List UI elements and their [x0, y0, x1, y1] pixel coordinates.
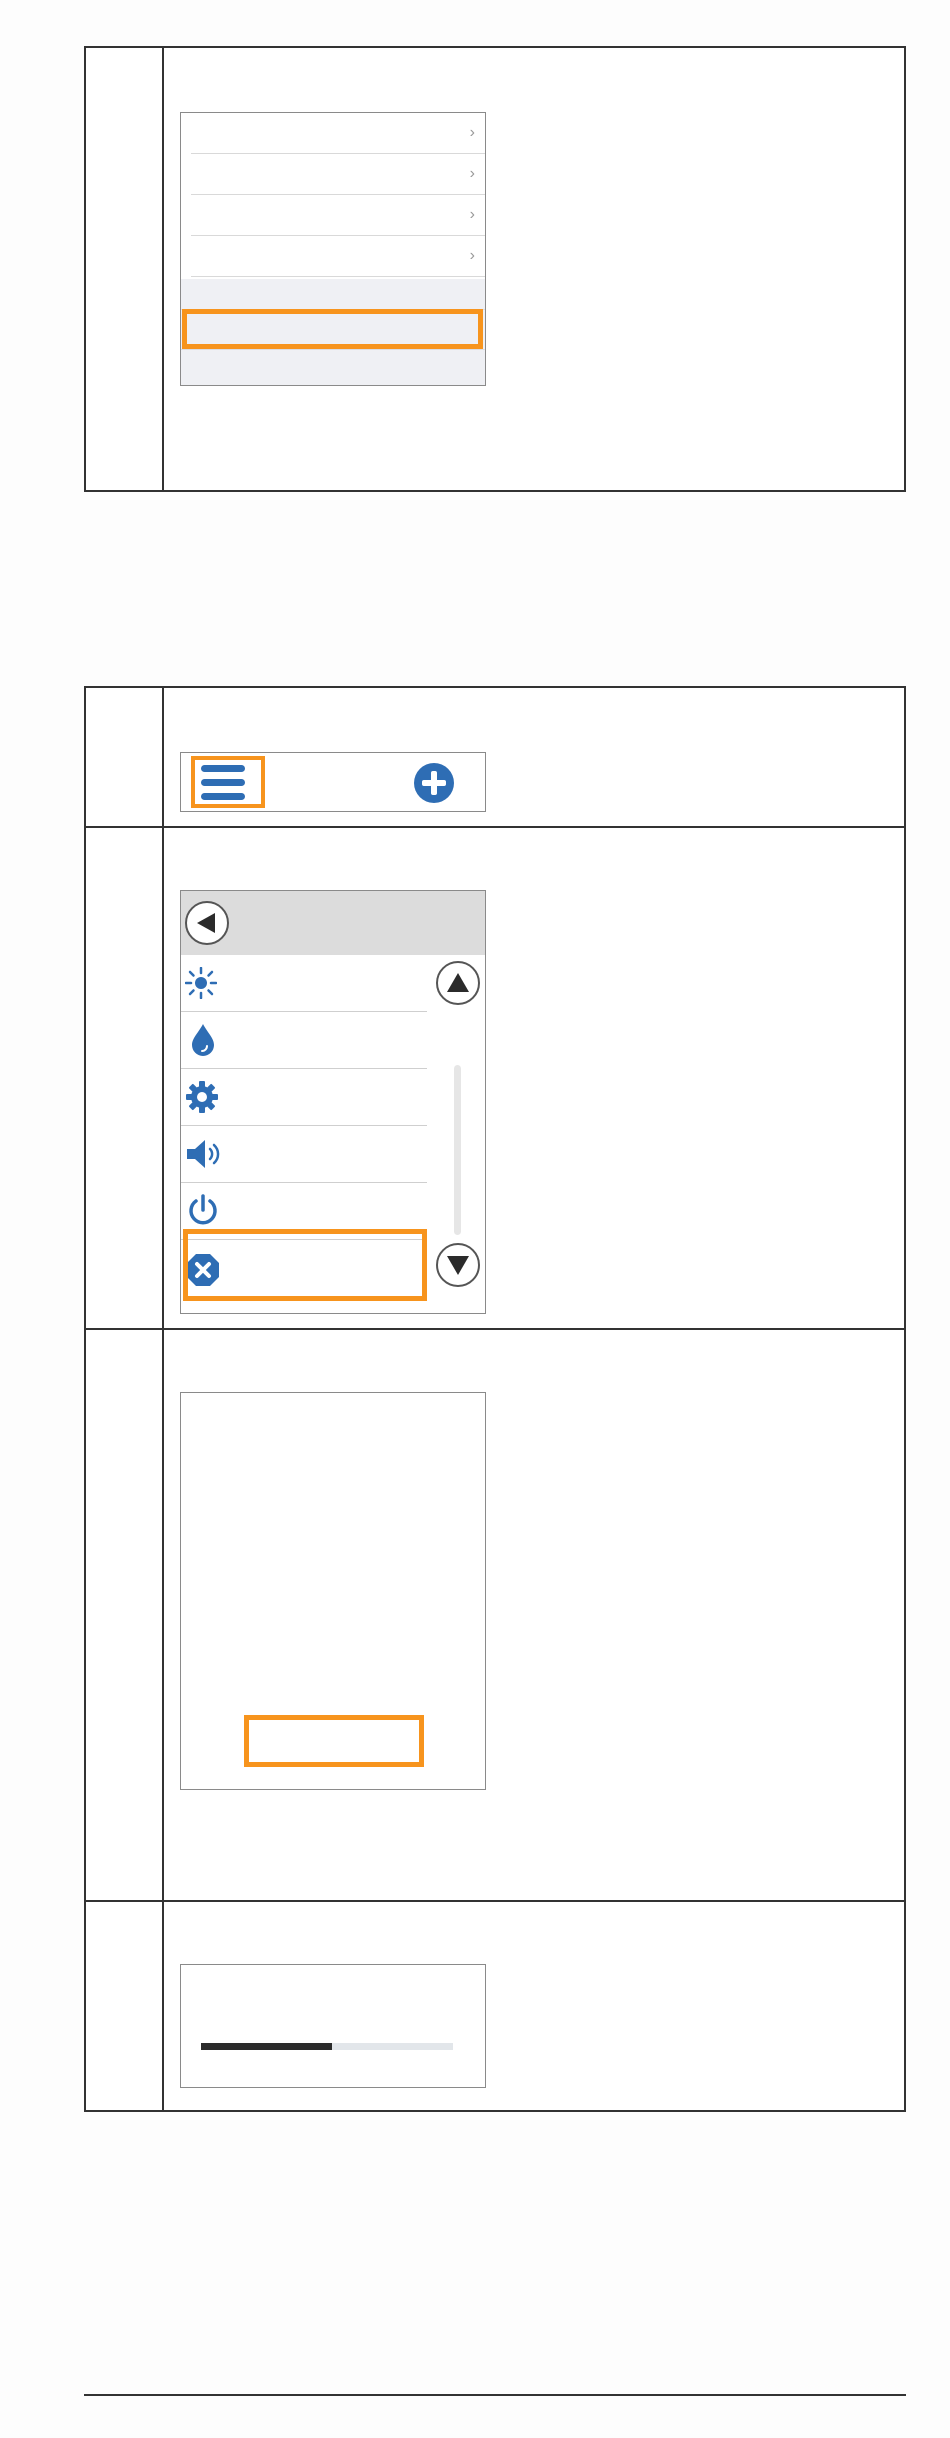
power-icon	[189, 1194, 217, 1225]
menu-row[interactable]: ›	[191, 236, 485, 277]
speaker-icon	[187, 1140, 220, 1168]
highlighted-menu-button[interactable]	[191, 756, 265, 808]
triangle-up-icon	[447, 973, 469, 992]
back-button[interactable]	[185, 901, 229, 945]
list-item-settings[interactable]	[181, 1069, 427, 1126]
instruction-table-2	[84, 686, 906, 2112]
row-divider	[86, 826, 904, 828]
footer-rule	[84, 2394, 906, 2396]
water-drop-icon	[192, 1024, 214, 1056]
sun-icon	[185, 967, 217, 999]
menu-divider	[181, 349, 485, 350]
list-item-brightness[interactable]	[181, 955, 427, 1012]
home-header-screenshot	[180, 752, 486, 812]
list-item-water[interactable]	[181, 1012, 427, 1069]
step-number-column-divider	[162, 48, 164, 490]
scroll-down-button[interactable]	[436, 1243, 480, 1287]
scroll-track[interactable]	[454, 1065, 461, 1235]
gear-icon	[186, 1081, 218, 1113]
row-divider	[86, 1328, 904, 1330]
plus-circle-icon[interactable]	[413, 762, 455, 804]
chevron-right-icon: ›	[469, 247, 475, 264]
chevron-right-icon: ›	[469, 206, 475, 223]
settings-list-screenshot	[180, 890, 486, 1314]
triangle-down-icon	[447, 1256, 469, 1275]
settings-menu-screenshot: › › › ›	[180, 112, 486, 386]
back-arrow-icon	[197, 913, 215, 933]
highlighted-confirm-button[interactable]	[244, 1715, 424, 1767]
menu-row[interactable]: ›	[191, 154, 485, 195]
progress-bar-fill	[201, 2043, 333, 2050]
highlighted-menu-option[interactable]	[182, 309, 483, 349]
step-number-column-divider	[162, 688, 164, 2110]
chevron-right-icon: ›	[469, 124, 475, 141]
row-divider	[86, 1900, 904, 1902]
scroll-up-button[interactable]	[436, 961, 480, 1005]
instruction-table-1: › › › ›	[84, 46, 906, 492]
list-item-sound[interactable]	[181, 1126, 427, 1183]
menu-row[interactable]: ›	[191, 113, 485, 154]
chevron-right-icon: ›	[469, 165, 475, 182]
progress-screenshot	[180, 1964, 486, 2088]
progress-bar	[201, 2043, 453, 2050]
menu-row[interactable]: ›	[191, 195, 485, 236]
highlighted-list-item[interactable]	[183, 1229, 427, 1301]
confirmation-dialog-screenshot	[180, 1392, 486, 1790]
